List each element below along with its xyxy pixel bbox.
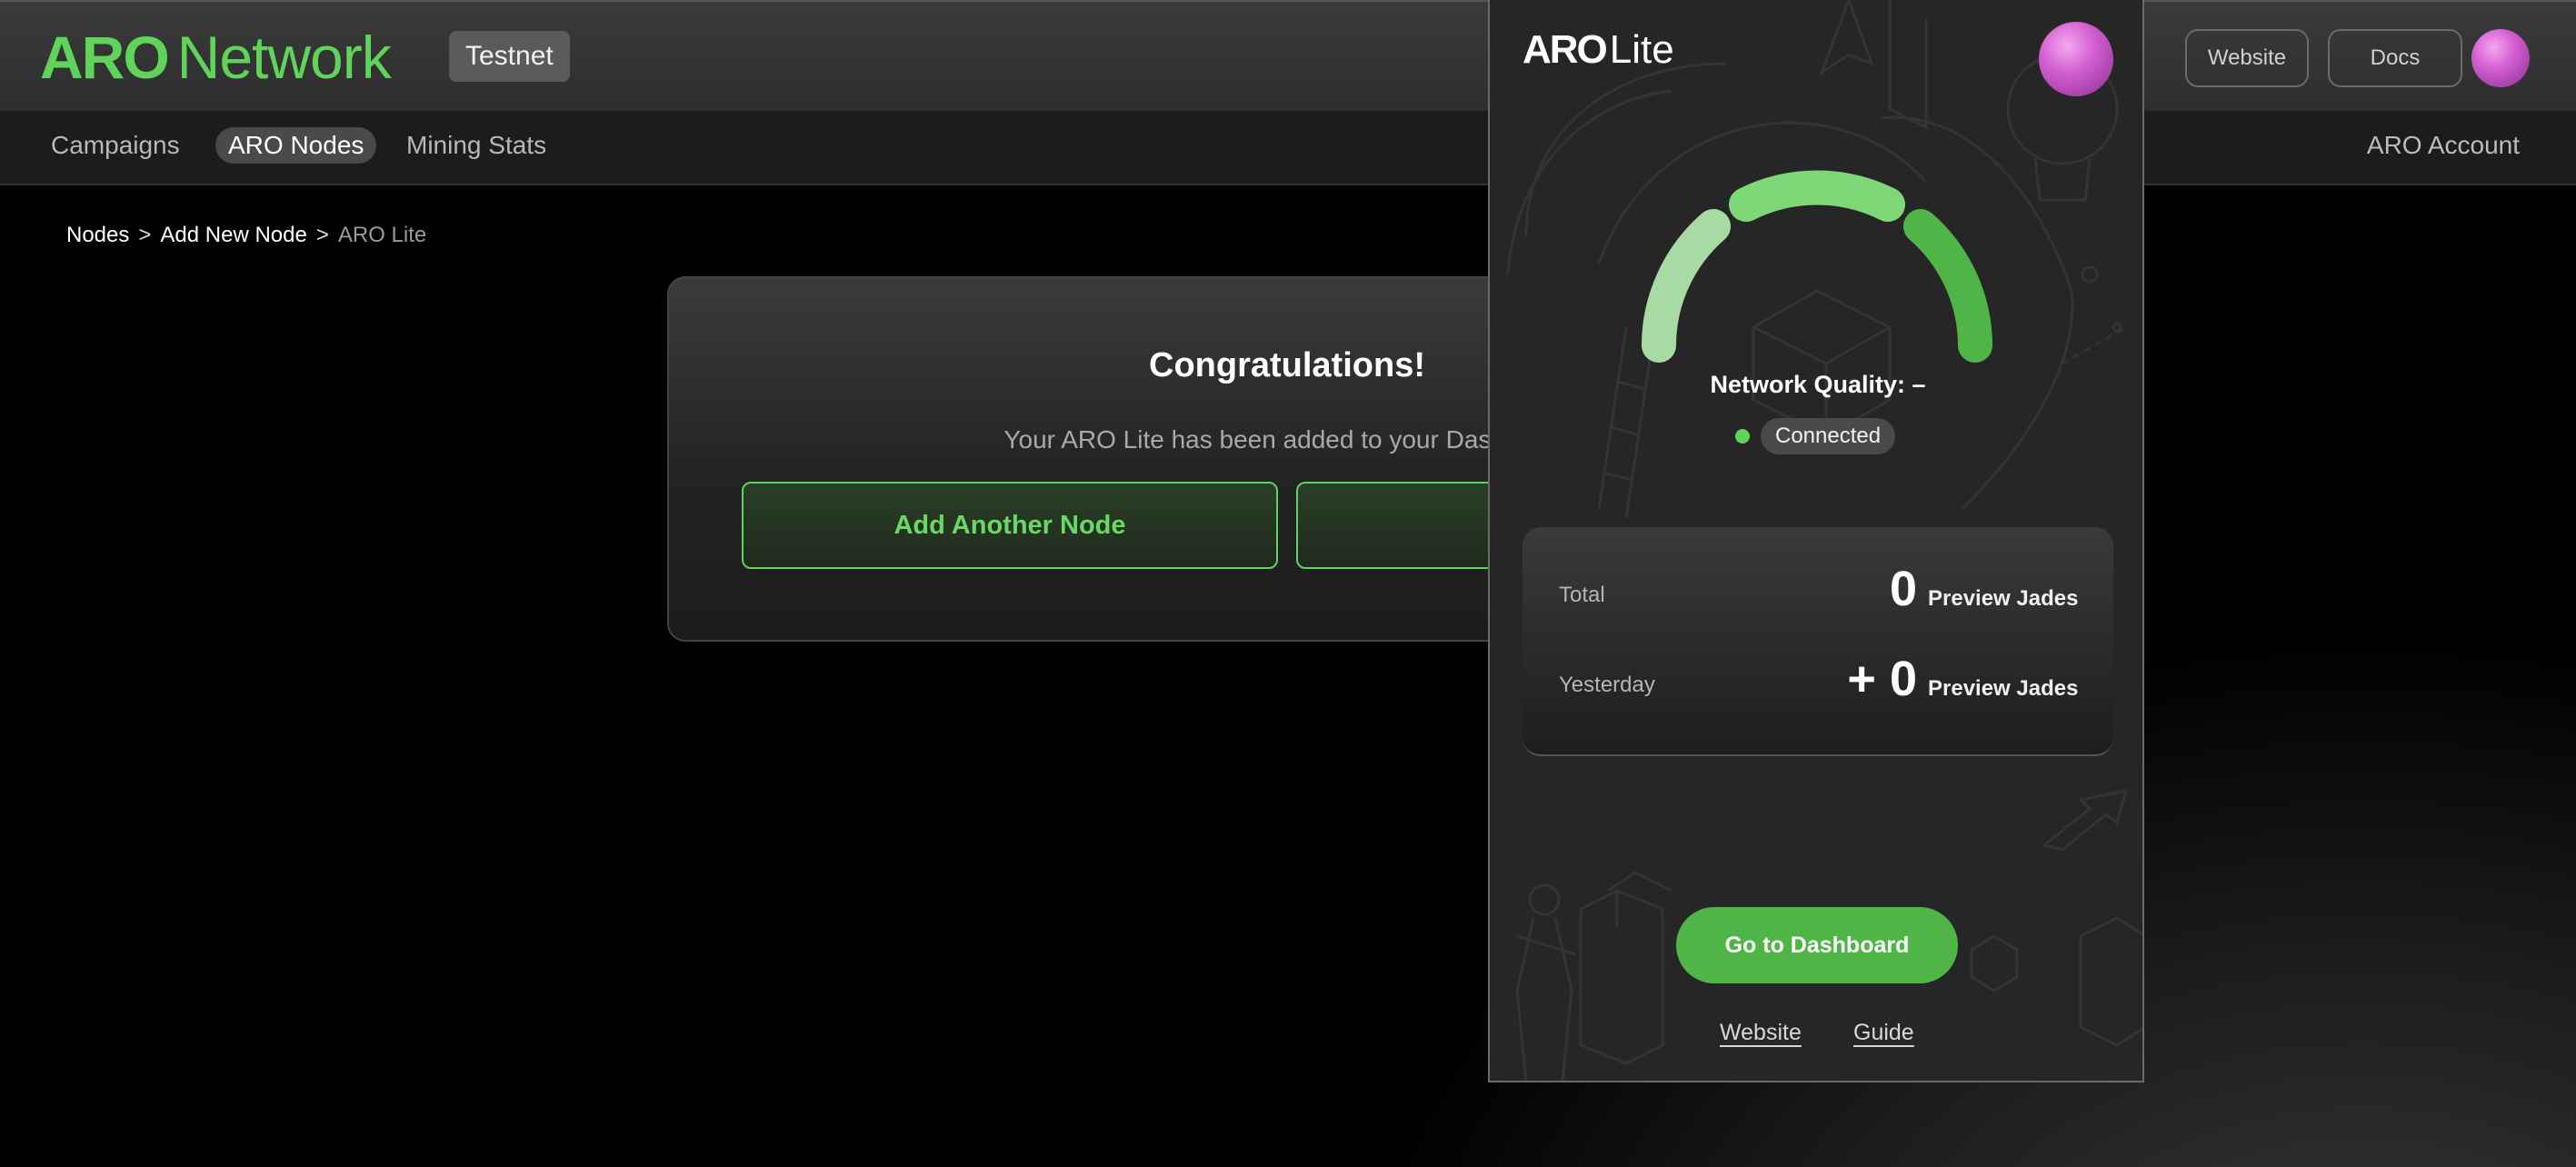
network-quality-label: Network Quality: –	[1710, 371, 1926, 398]
aro-network-logo[interactable]: ARO Network	[40, 24, 392, 91]
status-dot-icon	[1735, 429, 1750, 444]
nav-mining-stats[interactable]: Mining Stats	[394, 127, 559, 164]
total-unit: Preview Jades	[1928, 586, 2079, 611]
total-label: Total	[1559, 583, 1605, 607]
yesterday-label: Yesterday	[1559, 673, 1655, 697]
rewards-stats-panel: Total 0 Preview Jades Yesterday + 0 Prev…	[1523, 527, 2113, 756]
yesterday-value: + 0	[1847, 652, 1917, 706]
congratulations-card: Congratulations! Your ARO Lite has been …	[667, 276, 1832, 642]
add-another-node-button[interactable]: Add Another Node	[742, 482, 1278, 569]
logo-wordmark-light: Network	[176, 24, 392, 91]
breadcrumb-separator: >	[315, 223, 329, 247]
aro-lite-logo: ARO Lite	[1523, 29, 1674, 71]
popup-website-link[interactable]: Website	[1720, 1019, 1802, 1046]
top-header: ARO Network Testnet Website Docs	[0, 0, 2576, 111]
main-nav: Campaigns ARO Nodes Mining Stats ARO Acc…	[0, 111, 2576, 185]
nav-aro-nodes[interactable]: ARO Nodes	[215, 127, 377, 164]
popup-logo-light: Lite	[1609, 27, 1674, 72]
connection-status: Connected	[1735, 418, 1896, 454]
go-to-dashboard-button[interactable]: Go to Dashboard	[1676, 907, 1958, 983]
popup-user-avatar[interactable]	[2039, 22, 2113, 96]
website-button[interactable]: Website	[2185, 29, 2309, 87]
logo-wordmark-bold: ARO	[40, 24, 170, 91]
popup-logo-bold: ARO	[1523, 27, 1608, 72]
nav-campaigns[interactable]: Campaigns	[38, 127, 193, 164]
network-quality-gauge	[1642, 170, 1992, 363]
aro-account-link[interactable]: ARO Account	[2367, 127, 2520, 164]
aro-lite-popup: ARO Lite Network Quality: – Connected To…	[1488, 0, 2144, 1082]
status-badge: Connected	[1761, 418, 1896, 454]
breadcrumb-add-new-node[interactable]: Add New Node	[160, 222, 306, 249]
popup-guide-link[interactable]: Guide	[1853, 1019, 1914, 1046]
breadcrumb-nodes[interactable]: Nodes	[66, 222, 129, 249]
testnet-badge: Testnet	[449, 31, 570, 82]
breadcrumb-separator: >	[138, 223, 152, 247]
docs-button[interactable]: Docs	[2328, 29, 2462, 87]
breadcrumb-current: ARO Lite	[337, 223, 427, 247]
yesterday-unit: Preview Jades	[1928, 676, 2079, 701]
breadcrumb: Nodes > Add New Node > ARO Lite	[66, 222, 426, 249]
total-value: 0	[1889, 562, 1917, 616]
user-avatar[interactable]	[2471, 29, 2530, 87]
